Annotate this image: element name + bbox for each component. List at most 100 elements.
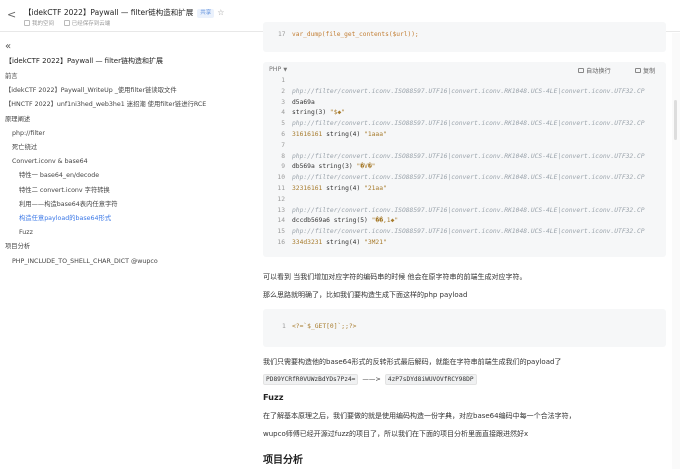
- toc-item[interactable]: 【idekCTF 2022】Paywall_WriteUp _使用filter链…: [0, 84, 250, 98]
- toc-item[interactable]: 特性一 base64_en/decode: [0, 169, 250, 183]
- code-line: 3 d5a69a: [263, 98, 666, 109]
- code-line: 6 31616161 string(4) "1aaa": [263, 130, 666, 141]
- heading-fuzz: Fuzz: [263, 392, 284, 402]
- toc-item[interactable]: Fuzz: [0, 226, 250, 240]
- code-token: 31616161: [292, 130, 323, 138]
- code-line: 14 dccdb569a6 string(5) "��,1◆": [263, 216, 666, 227]
- code-token: string(4): [322, 184, 365, 192]
- line-number: 9: [281, 163, 285, 171]
- line-number: 4: [281, 109, 285, 117]
- code-token: "�V�": [356, 163, 376, 171]
- code-line: var_dump(file_get_contents($url));: [292, 31, 419, 38]
- paragraph: wupco师傅已经开源过fuzz的项目了，所以我们在下面的项目分析里面直接跟进然…: [263, 430, 529, 438]
- code-text: d5a69a: [292, 99, 315, 106]
- toc-item[interactable]: php://filter: [0, 127, 250, 141]
- inline-code-reversed: 4zP7sDYd8iWUVOVfRCY98DP: [384, 374, 477, 385]
- toc-item[interactable]: 构造任意payload的base64形式: [0, 212, 250, 226]
- wrap-icon: [578, 68, 584, 73]
- copy-button[interactable]: 复制: [635, 66, 655, 75]
- line-number: 7: [281, 141, 285, 149]
- scrollbar-thumb[interactable]: [674, 100, 677, 140]
- inline-code-base64: PD89YCRfR0VUWzBdYDs7Pz4=: [263, 374, 359, 385]
- code-block-top: 17 var_dump(file_get_contents($url));: [263, 22, 666, 52]
- code-line: <?=`$_GET[0]`;;?>: [292, 323, 357, 330]
- line-number: 2: [281, 87, 285, 95]
- code-line: 8 php://filter/convert.iconv.ISO88597.UTF…: [263, 152, 666, 163]
- paragraph: 那么思路就明确了，比如我们要构造生成下面这样的php payload: [263, 291, 468, 299]
- toc-item[interactable]: 死亡绕过: [0, 141, 250, 155]
- code-token: d5a69a: [292, 98, 315, 106]
- code-block-header: PHP ▼ 自动换行 复制: [263, 62, 666, 77]
- share-badge[interactable]: 共享: [197, 9, 215, 18]
- code-line: 12: [263, 195, 666, 206]
- code-text: 334d3231 string(4) "3M21": [292, 239, 387, 246]
- code-text: dccdb569a6 string(5) "��,1◆": [292, 217, 398, 224]
- code-line: 7: [263, 141, 666, 152]
- code-line: 9 db569a string(3) "�V�": [263, 162, 666, 173]
- heading-project-analysis: 项目分析: [263, 455, 303, 466]
- code-token: 32316161: [292, 184, 323, 192]
- line-number: 15: [277, 228, 285, 236]
- code-token: "3M21": [364, 238, 387, 246]
- star-icon[interactable]: ☆: [217, 8, 224, 17]
- toc-item[interactable]: 【HNCTF 2022】unf1ni3hed_web3he1 迷招潮 使用fil…: [0, 98, 250, 112]
- php-code-block: PHP ▼ 自动换行 复制 1 2 php://filter/convert.icon…: [263, 62, 666, 257]
- document-body: 17 var_dump(file_get_contents($url)); PH…: [263, 0, 673, 469]
- toc-item[interactable]: PHP_INCLUDE_TO_SHELL_CHAR_DICT @wupco: [0, 255, 250, 269]
- wrap-label: 自动换行: [586, 68, 611, 75]
- code-text: php://filter/convert.iconv.ISO88597.UTF1…: [292, 207, 645, 214]
- toc-item[interactable]: Convert.iconv & base64: [0, 155, 250, 169]
- back-arrow-icon[interactable]: <: [7, 8, 16, 21]
- scrollbar[interactable]: [672, 33, 680, 469]
- paragraph: 我们只需要构造他的base64形式的反转形式最后解码，就能在字符串前端生成我们的…: [263, 358, 562, 366]
- code-token: string(4): [322, 130, 365, 138]
- payload-code-block: 1 <?=`$_GET[0]`;;?>: [263, 309, 666, 347]
- toc-item[interactable]: 项目分析: [0, 240, 250, 254]
- code-token: string(4): [322, 238, 365, 246]
- paragraph: 可以看到 当我们增加对应字符的编码串的时候 他会在原字符串的前端生成对应字符。: [263, 273, 527, 281]
- wrap-toggle-button[interactable]: 自动换行: [578, 66, 611, 75]
- toc-item[interactable]: 特性二 convert.iconv 字符转换: [0, 184, 250, 198]
- toc-title[interactable]: 【idekCTF 2022】Paywall — filter链构造和扩展: [5, 56, 163, 66]
- line-number: 1: [281, 77, 285, 84]
- toc-item[interactable]: 利用——构造base64表内任意字符: [0, 198, 250, 212]
- copy-icon: [635, 68, 641, 73]
- toc-item[interactable]: 原理阐述: [0, 113, 250, 127]
- code-line: 10 php://filter/convert.iconv.ISO88597.UT…: [263, 173, 666, 184]
- code-text: php://filter/convert.iconv.ISO88597.UTF1…: [292, 120, 645, 127]
- language-label: PHP: [269, 66, 282, 73]
- line-number: 6: [281, 130, 285, 138]
- cloud-icon: [63, 20, 70, 26]
- code-token: php://filter/convert.iconv.ISO88597.UTF1…: [292, 228, 645, 236]
- language-select[interactable]: PHP ▼: [269, 66, 287, 73]
- line-number: 12: [277, 195, 285, 203]
- code-token: "21aa": [364, 184, 387, 192]
- code-token: dccdb569a6 string(5): [292, 217, 372, 225]
- toc-item[interactable]: 前言: [0, 70, 250, 84]
- line-number: 3: [281, 98, 285, 106]
- paragraph: 在了解基本原理之后，我们要做的就是使用编码构造一份字典，对应base64编码中每…: [263, 412, 576, 420]
- arrow-text: ——>: [362, 375, 381, 383]
- line-number: 8: [281, 152, 285, 160]
- line-number: 16: [277, 238, 285, 246]
- code-text: 31616161 string(4) "1aaa": [292, 131, 387, 138]
- line-number: 14: [277, 217, 285, 225]
- code-token: 334d3231: [292, 238, 323, 246]
- code-token: php://filter/convert.iconv.ISO88597.UTF1…: [292, 206, 645, 214]
- code-token: string(3): [292, 109, 330, 117]
- collapse-sidebar-icon[interactable]: «: [5, 41, 11, 52]
- code-text: php://filter/convert.iconv.ISO88597.UTF1…: [292, 88, 645, 95]
- code-text: 32316161 string(4) "21aa": [292, 185, 387, 192]
- space-meta[interactable]: 我的空间: [24, 20, 54, 27]
- folder-icon: [24, 20, 30, 26]
- code-line: 2 php://filter/convert.iconv.ISO88597.UTF…: [263, 87, 666, 98]
- line-number: 1: [282, 323, 286, 330]
- toc-sidebar: « 【idekCTF 2022】Paywall — filter链构造和扩展 前…: [0, 33, 250, 469]
- conversion-line: PD89YCRfR0VUWzBdYDs7Pz4= ——> 4zP7sDYd8iWUV…: [263, 374, 477, 385]
- code-text: php://filter/convert.iconv.ISO88597.UTF1…: [292, 228, 645, 235]
- code-text: db569a string(3) "�V�": [292, 163, 375, 170]
- code-token: php://filter/convert.iconv.ISO88597.UTF1…: [292, 174, 645, 182]
- code-token: "��,1◆": [371, 217, 399, 225]
- code-line: 11 32316161 string(4) "21aa": [263, 184, 666, 195]
- saved-meta: 已经保存到云端: [63, 20, 110, 27]
